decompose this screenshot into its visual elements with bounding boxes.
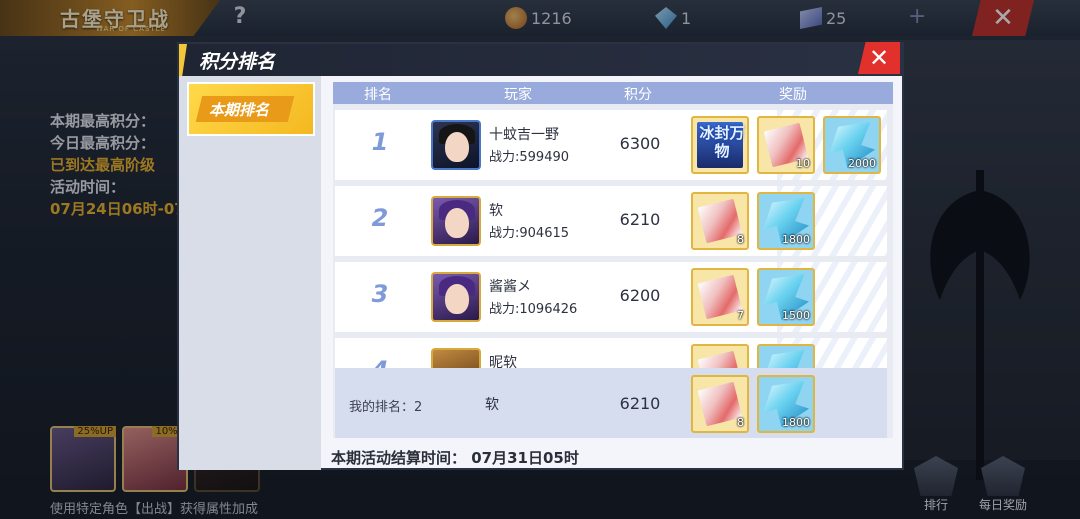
player-score: 6210 xyxy=(619,210,661,229)
ranking-modal: 积分排名 ✕ 本期排名 排名 玩家 积分 奖励 1 十蚊吉一野 战力:59949… xyxy=(177,42,904,470)
my-player-name: 软 xyxy=(485,397,499,413)
reward-label: 冰封万物 xyxy=(699,124,745,160)
player-power: 战力:599490 xyxy=(489,150,570,165)
reward-item-crystal[interactable]: 2000 xyxy=(823,116,881,174)
reward-item-ticket[interactable]: 8 xyxy=(691,192,749,250)
table-header: 排名 玩家 积分 奖励 xyxy=(333,82,893,104)
avatar-face xyxy=(445,284,469,314)
rank-number: 2 xyxy=(371,204,389,232)
player-name: 酱酱メ xyxy=(489,279,531,295)
reward-quantity: 7 xyxy=(737,309,744,322)
table-row[interactable]: 2 软 战力:904615 6210 8 1800 xyxy=(335,186,887,256)
avatar-face xyxy=(445,208,469,238)
rank-number: 3 xyxy=(371,280,389,308)
reward-quantity: 1800 xyxy=(782,233,810,246)
ticket-icon xyxy=(697,274,743,320)
column-header-reward: 奖励 xyxy=(779,87,807,103)
ranking-table[interactable]: 排名 玩家 积分 奖励 1 十蚊吉一野 战力:599490 6300 冰封万物 … xyxy=(333,82,893,438)
player-power: 战力:1096426 xyxy=(489,302,578,317)
rank-number: 1 xyxy=(371,128,389,156)
modal-header: 积分排名 ✕ xyxy=(179,42,902,76)
tab-label: 本期排名 xyxy=(209,101,270,119)
reward-item-ticket[interactable]: 10 xyxy=(757,116,815,174)
ticket-icon xyxy=(697,198,743,244)
ticket-icon xyxy=(697,381,743,427)
avatar-face xyxy=(445,132,469,162)
settlement-time: 本期活动结算时间： 07月31日05时 xyxy=(331,449,579,467)
reward-item-crystal[interactable]: 1800 xyxy=(757,375,815,433)
header-accent xyxy=(179,44,187,76)
player-name: 软 xyxy=(489,203,503,219)
reward-quantity: 8 xyxy=(737,416,744,429)
reward-item-crystal[interactable]: 1800 xyxy=(757,192,815,250)
reward-quantity: 1500 xyxy=(782,309,810,322)
reward-quantity: 2000 xyxy=(848,157,876,170)
player-avatar[interactable] xyxy=(431,272,481,322)
reward-item-freeze[interactable]: 冰封万物 xyxy=(691,116,749,174)
table-row[interactable]: 3 酱酱メ 战力:1096426 6200 7 1500 xyxy=(335,262,887,332)
column-header-rank: 排名 xyxy=(364,87,392,103)
column-header-player: 玩家 xyxy=(504,87,532,103)
player-avatar[interactable] xyxy=(431,196,481,246)
modal-title: 积分排名 xyxy=(199,51,276,73)
tab-sidebar: 本期排名 xyxy=(179,76,321,470)
player-power: 战力:904615 xyxy=(489,226,570,241)
column-header-score: 积分 xyxy=(624,87,652,103)
my-score: 6210 xyxy=(619,394,661,413)
close-button[interactable]: ✕ xyxy=(858,42,900,74)
my-rank-label: 我的排名：2 xyxy=(349,400,423,415)
table-row[interactable]: 1 十蚊吉一野 战力:599490 6300 冰封万物 10 2000 xyxy=(335,110,887,180)
player-score: 6300 xyxy=(619,134,661,153)
reward-item-crystal[interactable]: 1500 xyxy=(757,268,815,326)
reward-item-ticket[interactable]: 8 xyxy=(691,375,749,433)
reward-quantity: 1800 xyxy=(782,416,810,429)
player-name: 十蚊吉一野 xyxy=(489,127,559,143)
reward-quantity: 8 xyxy=(737,233,744,246)
reward-item-ticket[interactable]: 7 xyxy=(691,268,749,326)
player-score: 6200 xyxy=(619,286,661,305)
tab-current-period[interactable]: 本期排名 xyxy=(187,82,315,136)
my-rank-row: 我的排名：2 软 6210 8 1800 xyxy=(335,368,887,438)
player-avatar[interactable] xyxy=(431,120,481,170)
reward-quantity: 10 xyxy=(796,157,810,170)
